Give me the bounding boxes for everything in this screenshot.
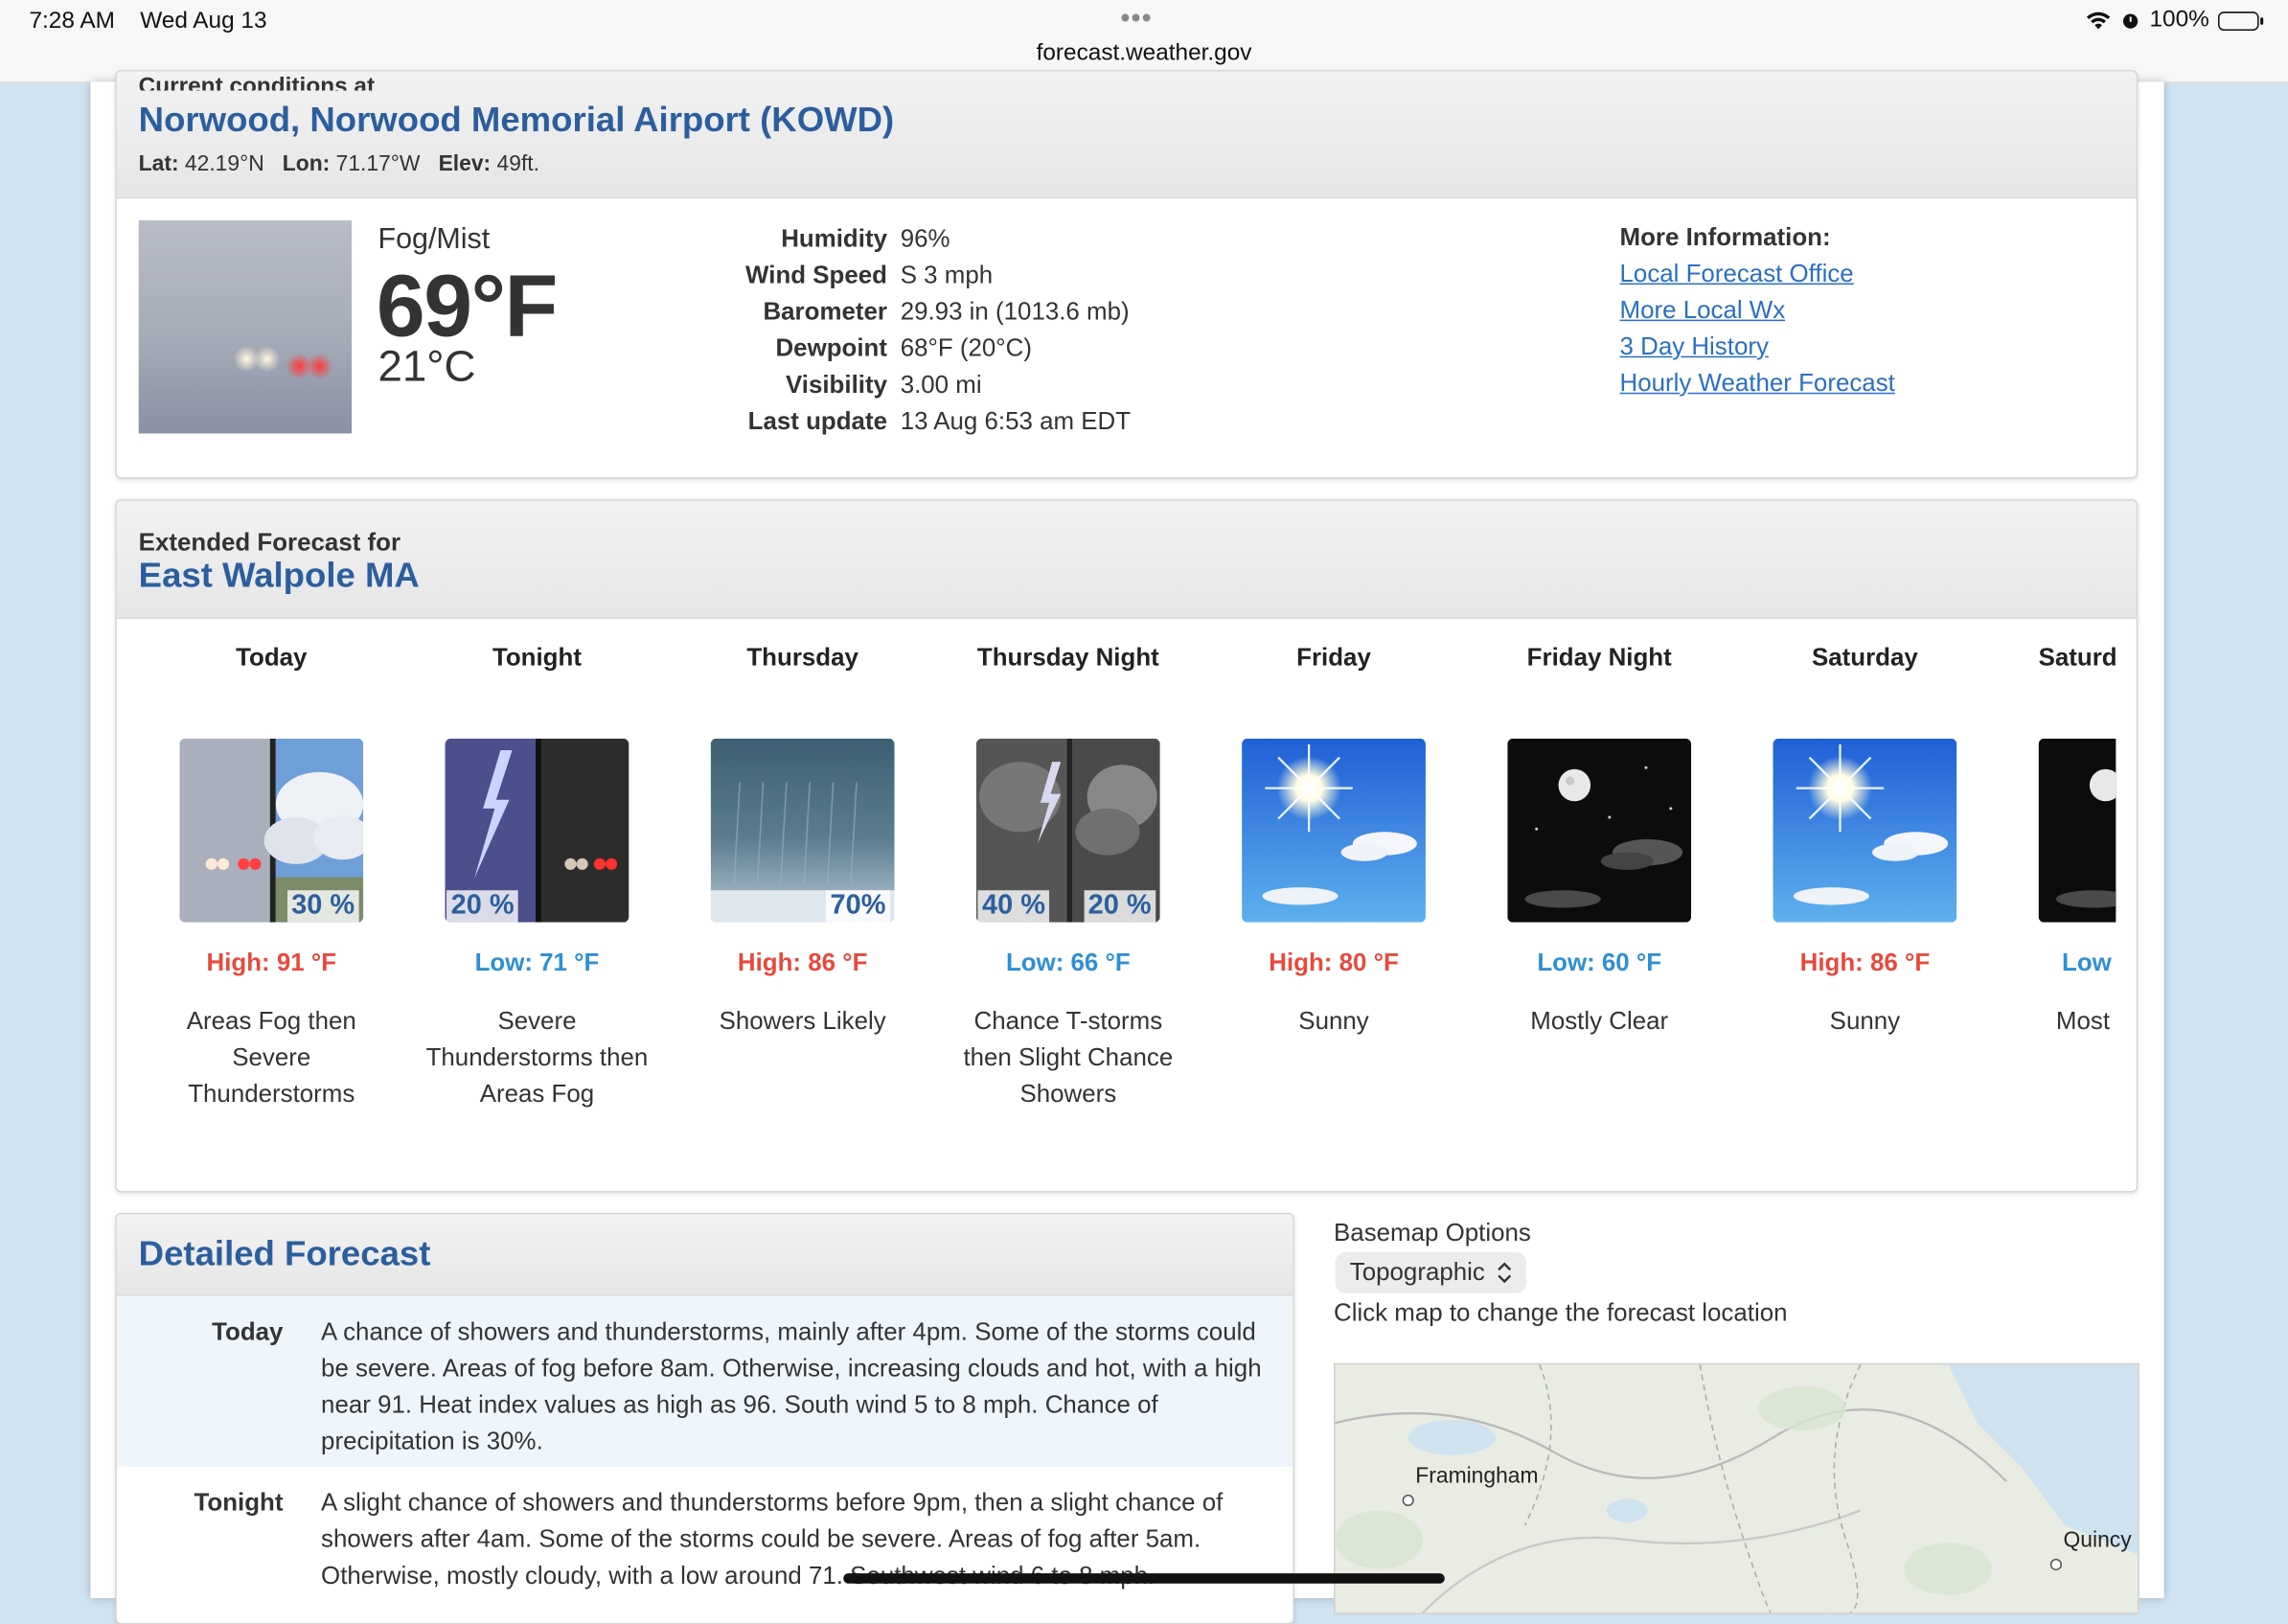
station-coordinates: Lat: 42.19°N Lon: 71.17°W Elev: 49ft. [139, 151, 539, 176]
period-short-forecast: Chance T-storms then Slight Chance Showe… [963, 1007, 1174, 1109]
precip-chance: 20 % [446, 890, 519, 923]
select-chevron-icon [1497, 1262, 1511, 1283]
fog-thunderstorm-icon: 30 % [179, 738, 364, 923]
more-information: More Information: Local Forecast Office … [1620, 223, 1895, 405]
period-temperature: Low: 66 °F [1005, 949, 1131, 977]
period-name: Thursday Night [976, 643, 1159, 672]
precip-chance: 30 % [286, 890, 359, 923]
detail-row-dewpoint: Dewpoint 68°F (20°C) [775, 333, 1032, 362]
showers-icon: 70% [710, 738, 895, 923]
current-conditions-panel: Current conditions at Norwood, Norwood M… [115, 70, 2139, 479]
map-hint-text: Click map to change the forecast locatio… [1334, 1298, 1788, 1327]
detail-row-humidity: Humidity 96% [781, 223, 950, 252]
detailed-forecast-title: Detailed Forecast [138, 1234, 431, 1274]
detailed-forecast-header: Detailed Forecast [116, 1214, 1293, 1296]
detailed-row-tonight: Tonight A slight chance of showers and t… [117, 1467, 1293, 1623]
forecast-periods: Today 30 % High: 91 °F Areas Fog then Se… [139, 619, 2116, 1188]
basemap-select[interactable]: Topographic [1335, 1251, 1526, 1293]
period-name: Saturday [1811, 643, 1918, 672]
detailed-period-name: Today [212, 1317, 284, 1346]
sunny-icon [1773, 738, 1957, 923]
address-bar-url[interactable]: forecast.weather.gov [0, 41, 2288, 67]
period-short-forecast: Sunny [1829, 1007, 1901, 1036]
home-indicator-bar[interactable] [843, 1573, 1445, 1584]
basemap-selected-value: Topographic [1349, 1258, 1485, 1287]
temperature-celsius: 21°C [378, 342, 476, 392]
detailed-period-text: A chance of showers and thunderstorms, m… [321, 1317, 1262, 1455]
current-conditions-label: Current conditions at [138, 76, 376, 91]
lon-value: 71.17°W [335, 151, 421, 177]
basemap-options-label: Basemap Options [1334, 1218, 1531, 1247]
period-name: Thursday [746, 643, 858, 672]
mostly-clear-night-icon [1507, 738, 1692, 923]
period-short-forecast: Showers Likely [719, 1007, 886, 1036]
period-short-forecast: Most [2055, 1007, 2111, 1036]
forecast-location: East Walpole MA [138, 556, 420, 596]
precip-chance: 70% [825, 890, 891, 923]
status-indicators: 100% [2085, 7, 2264, 34]
lat-value: 42.19°N [184, 151, 264, 177]
current-conditions-header: Current conditions at Norwood, Norwood M… [116, 71, 2137, 199]
detail-row-last-update: Last update 13 Aug 6:53 am EDT [747, 406, 1132, 435]
wifi-icon [2087, 11, 2111, 30]
detailed-forecast-panel: Detailed Forecast Today A chance of show… [115, 1212, 1294, 1624]
period-temperature: Low: 60 °F [1537, 949, 1662, 977]
precip-chance: 40 % [977, 890, 1050, 923]
forecast-page: Current conditions at Norwood, Norwood M… [90, 70, 2164, 1624]
battery-icon [2217, 11, 2264, 31]
period-name: Friday Night [1526, 643, 1672, 672]
elev-label: Elev: [438, 151, 492, 177]
period-name: Today [236, 643, 308, 672]
period-temperature: Low: 71 °F [474, 949, 600, 977]
lon-label: Lon: [282, 151, 331, 177]
extended-forecast-header: Extended Forecast for East Walpole MA [116, 500, 2137, 619]
period-short-forecast: Sunny [1298, 1007, 1369, 1036]
thunderstorm-fog-night-icon: 20 % [445, 738, 629, 923]
detailed-row-today: Today A chance of showers and thundersto… [116, 1295, 1293, 1467]
period-temperature: High: 91 °F [206, 949, 337, 977]
period-temperature: High: 86 °F [737, 949, 868, 977]
map-label-quincy: Quincy [2063, 1527, 2132, 1553]
precip-chance-second: 20 % [1084, 890, 1156, 923]
period-name: Tonight [492, 643, 582, 672]
lat-label: Lat: [138, 151, 179, 177]
status-date: Wed Aug 13 [140, 9, 267, 34]
detailed-period-name: Tonight [194, 1488, 284, 1517]
mostly-clear-night-icon [2038, 738, 2116, 923]
period-name: Saturd [2038, 643, 2116, 672]
link-hourly-weather-forecast[interactable]: Hourly Weather Forecast [1620, 369, 1895, 405]
temperature-fahrenheit: 69°F [376, 257, 558, 355]
period-name: Friday [1296, 643, 1371, 672]
period-short-forecast: Areas Fog then Severe Thunderstorms [186, 1007, 356, 1109]
period-short-forecast: Severe Thunderstorms then Areas Fog [425, 1007, 649, 1109]
condition-text: Fog/Mist [378, 223, 491, 256]
extended-forecast-panel: Extended Forecast for East Walpole MA To… [115, 498, 2139, 1193]
link-local-forecast-office[interactable]: Local Forecast Office [1620, 260, 1895, 296]
period-temperature: High: 86 °F [1799, 949, 1931, 977]
tstorm-showers-night-icon: 40 % 20 % [975, 738, 1160, 923]
detail-row-visibility: Visibility 3.00 mi [785, 370, 982, 399]
link-more-local-wx[interactable]: More Local Wx [1620, 296, 1895, 332]
detail-row-wind-speed: Wind Speed S 3 mph [745, 260, 994, 288]
sunny-icon [1242, 738, 1426, 923]
conditions-details-table: Humidity 96% Wind Speed S 3 mph Barometer 2… [700, 220, 1131, 439]
multitasking-dots-icon[interactable]: ••• [1121, 3, 1153, 34]
battery-percent: 100% [2149, 7, 2209, 33]
period-temperature: Low [2061, 949, 2112, 977]
station-name: Norwood, Norwood Memorial Airport (KOWD) [138, 101, 895, 141]
extended-forecast-label: Extended Forecast for [138, 528, 401, 557]
detail-row-barometer: Barometer 29.93 in (1013.6 mb) [763, 296, 1130, 325]
elev-value: 49ft. [496, 151, 539, 177]
period-short-forecast: Mostly Clear [1530, 1007, 1669, 1036]
more-information-title: More Information: [1619, 223, 1831, 252]
forecast-location-map[interactable]: Framingham Quincy [1334, 1362, 2139, 1614]
map-label-framingham: Framingham [1415, 1463, 1539, 1489]
alarm-icon [2123, 13, 2139, 29]
fog-condition-image [138, 220, 353, 434]
period-temperature: High: 80 °F [1269, 949, 1399, 977]
status-time: 7:28 AM [29, 9, 115, 34]
link-3-day-history[interactable]: 3 Day History [1620, 332, 1895, 369]
